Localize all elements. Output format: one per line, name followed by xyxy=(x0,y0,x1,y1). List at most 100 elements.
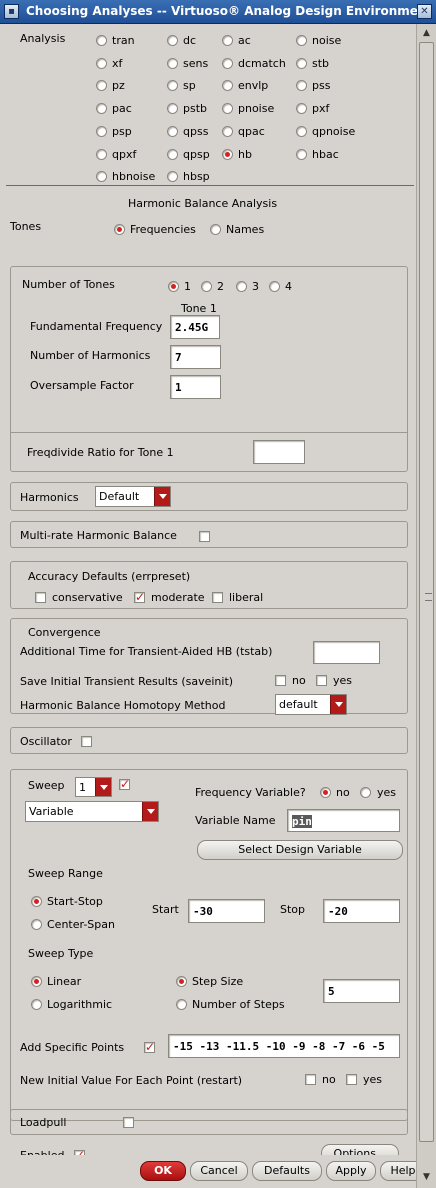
analysis-qpac-radio[interactable] xyxy=(222,126,233,137)
homotopy-combo[interactable]: default xyxy=(275,694,347,715)
tones-panel-divider xyxy=(11,432,407,433)
ok-button[interactable]: OK xyxy=(140,1161,186,1181)
analysis-pnoise-label: pnoise xyxy=(238,102,275,115)
variable-name-field[interactable]: pin xyxy=(287,809,400,832)
step-size-radio[interactable] xyxy=(176,976,187,987)
linear-radio[interactable] xyxy=(31,976,42,987)
sweep-checkbox[interactable]: ✓ xyxy=(119,778,130,790)
num-harmonics-field[interactable]: 7 xyxy=(170,345,221,369)
chevron-down-icon[interactable] xyxy=(142,802,158,821)
close-icon[interactable]: ✕ xyxy=(417,4,432,19)
analysis-stb-radio[interactable] xyxy=(296,58,307,69)
scroll-down-icon[interactable]: ▼ xyxy=(419,1170,434,1184)
tones-frequencies-radio[interactable] xyxy=(114,224,125,235)
harmonics-combo[interactable]: Default xyxy=(95,486,171,507)
analysis-sens-label: sens xyxy=(183,57,209,70)
scroll-up-icon[interactable]: ▲ xyxy=(419,26,434,40)
analysis-hbsp-radio[interactable] xyxy=(167,171,178,182)
frequency-variable-yes-radio[interactable] xyxy=(360,787,371,798)
restart-no-label: no xyxy=(322,1073,336,1086)
analysis-pxf-radio[interactable] xyxy=(296,103,307,114)
add-specific-points-checkbox[interactable]: ✓ xyxy=(144,1041,155,1053)
logarithmic-radio[interactable] xyxy=(31,999,42,1010)
analysis-hbnoise-radio[interactable] xyxy=(96,171,107,182)
analysis-ac-label: ac xyxy=(238,34,251,47)
restart-no-checkbox[interactable] xyxy=(305,1074,316,1085)
accuracy-moderate-checkbox[interactable]: ✓ xyxy=(134,591,145,603)
sweep-count-value: 1 xyxy=(79,781,86,794)
analysis-ac-radio[interactable] xyxy=(222,35,233,46)
step-value-field[interactable]: 5 xyxy=(323,979,400,1003)
number-of-steps-radio[interactable] xyxy=(176,999,187,1010)
tstab-field[interactable] xyxy=(313,641,380,664)
analysis-hb-radio[interactable] xyxy=(222,149,233,160)
analysis-xf-radio[interactable] xyxy=(96,58,107,69)
analysis-dcmatch-radio[interactable] xyxy=(222,58,233,69)
analysis-dcmatch-label: dcmatch xyxy=(238,57,286,70)
analysis-pss-radio[interactable] xyxy=(296,80,307,91)
analysis-pnoise-radio[interactable] xyxy=(222,103,233,114)
analysis-qpss-radio[interactable] xyxy=(167,126,178,137)
chevron-down-icon[interactable] xyxy=(95,778,111,796)
saveinit-no-checkbox[interactable] xyxy=(275,675,286,686)
accuracy-conservative-checkbox[interactable] xyxy=(35,592,46,603)
analysis-qpxf-label: qpxf xyxy=(112,148,137,161)
analysis-pstb-radio[interactable] xyxy=(167,103,178,114)
analysis-pz-label: pz xyxy=(112,79,125,92)
saveinit-yes-label: yes xyxy=(333,674,353,687)
oscillator-checkbox[interactable] xyxy=(81,736,92,747)
variable-name-label: Variable Name xyxy=(195,814,276,827)
cancel-button[interactable]: Cancel xyxy=(190,1161,248,1181)
vertical-scrollbar[interactable]: ▲ ▼ xyxy=(416,24,436,1188)
loadpull-checkbox[interactable] xyxy=(123,1117,134,1128)
analysis-pstb-label: pstb xyxy=(183,102,208,115)
num-tones-4-radio[interactable] xyxy=(269,281,280,292)
saveinit-yes-checkbox[interactable] xyxy=(316,675,327,686)
num-tones-2-radio[interactable] xyxy=(201,281,212,292)
help-button[interactable]: Help xyxy=(380,1161,416,1181)
analysis-qpnoise-radio[interactable] xyxy=(296,126,307,137)
chevron-down-icon[interactable] xyxy=(330,695,346,714)
tones-names-radio[interactable] xyxy=(210,224,221,235)
analysis-noise-radio[interactable] xyxy=(296,35,307,46)
analysis-envlp-radio[interactable] xyxy=(222,80,233,91)
stop-field[interactable]: -20 xyxy=(323,899,400,923)
num-tones-3-radio[interactable] xyxy=(236,281,247,292)
analysis-tran-radio[interactable] xyxy=(96,35,107,46)
sweep-count-combo[interactable]: 1 xyxy=(75,777,112,797)
start-stop-radio[interactable] xyxy=(31,896,42,907)
chevron-down-icon[interactable] xyxy=(154,487,170,506)
specific-points-field[interactable]: -15 -13 -11.5 -10 -9 -8 -7 -6 -5 xyxy=(168,1034,400,1058)
select-design-variable-button[interactable]: Select Design Variable xyxy=(197,840,403,860)
sweep-type-combo[interactable]: Variable xyxy=(25,801,159,822)
analysis-sens-radio[interactable] xyxy=(167,58,178,69)
window-menu-icon[interactable]: ▪ xyxy=(4,4,19,19)
number-of-steps-label: Number of Steps xyxy=(192,998,285,1011)
analysis-hbac-radio[interactable] xyxy=(296,149,307,160)
scrollbar-thumb[interactable] xyxy=(419,42,434,1142)
apply-button[interactable]: Apply xyxy=(326,1161,376,1181)
analysis-qpnoise-label: qpnoise xyxy=(312,125,356,138)
analysis-qpxf-radio[interactable] xyxy=(96,149,107,160)
multirate-checkbox[interactable] xyxy=(199,531,210,542)
accuracy-liberal-checkbox[interactable] xyxy=(212,592,223,603)
analysis-pz-radio[interactable] xyxy=(96,80,107,91)
analysis-pss-label: pss xyxy=(312,79,331,92)
oversample-field[interactable]: 1 xyxy=(170,375,221,399)
freqdivide-field[interactable] xyxy=(253,440,305,464)
analysis-psp-radio[interactable] xyxy=(96,126,107,137)
analysis-dc-radio[interactable] xyxy=(167,35,178,46)
center-span-radio[interactable] xyxy=(31,919,42,930)
analysis-hbac-label: hbac xyxy=(312,148,339,161)
defaults-button[interactable]: Defaults xyxy=(252,1161,322,1181)
fundamental-frequency-field[interactable]: 2.45G xyxy=(170,315,220,339)
restart-yes-checkbox[interactable] xyxy=(346,1074,357,1085)
frequency-variable-no-radio[interactable] xyxy=(320,787,331,798)
section-title: Harmonic Balance Analysis xyxy=(128,197,278,210)
analysis-qpsp-radio[interactable] xyxy=(167,149,178,160)
window-titlebar[interactable]: ▪ Choosing Analyses -- Virtuoso® Analog … xyxy=(0,0,436,24)
start-field[interactable]: -30 xyxy=(188,899,265,923)
analysis-sp-radio[interactable] xyxy=(167,80,178,91)
num-tones-1-radio[interactable] xyxy=(168,281,179,292)
analysis-pac-radio[interactable] xyxy=(96,103,107,114)
